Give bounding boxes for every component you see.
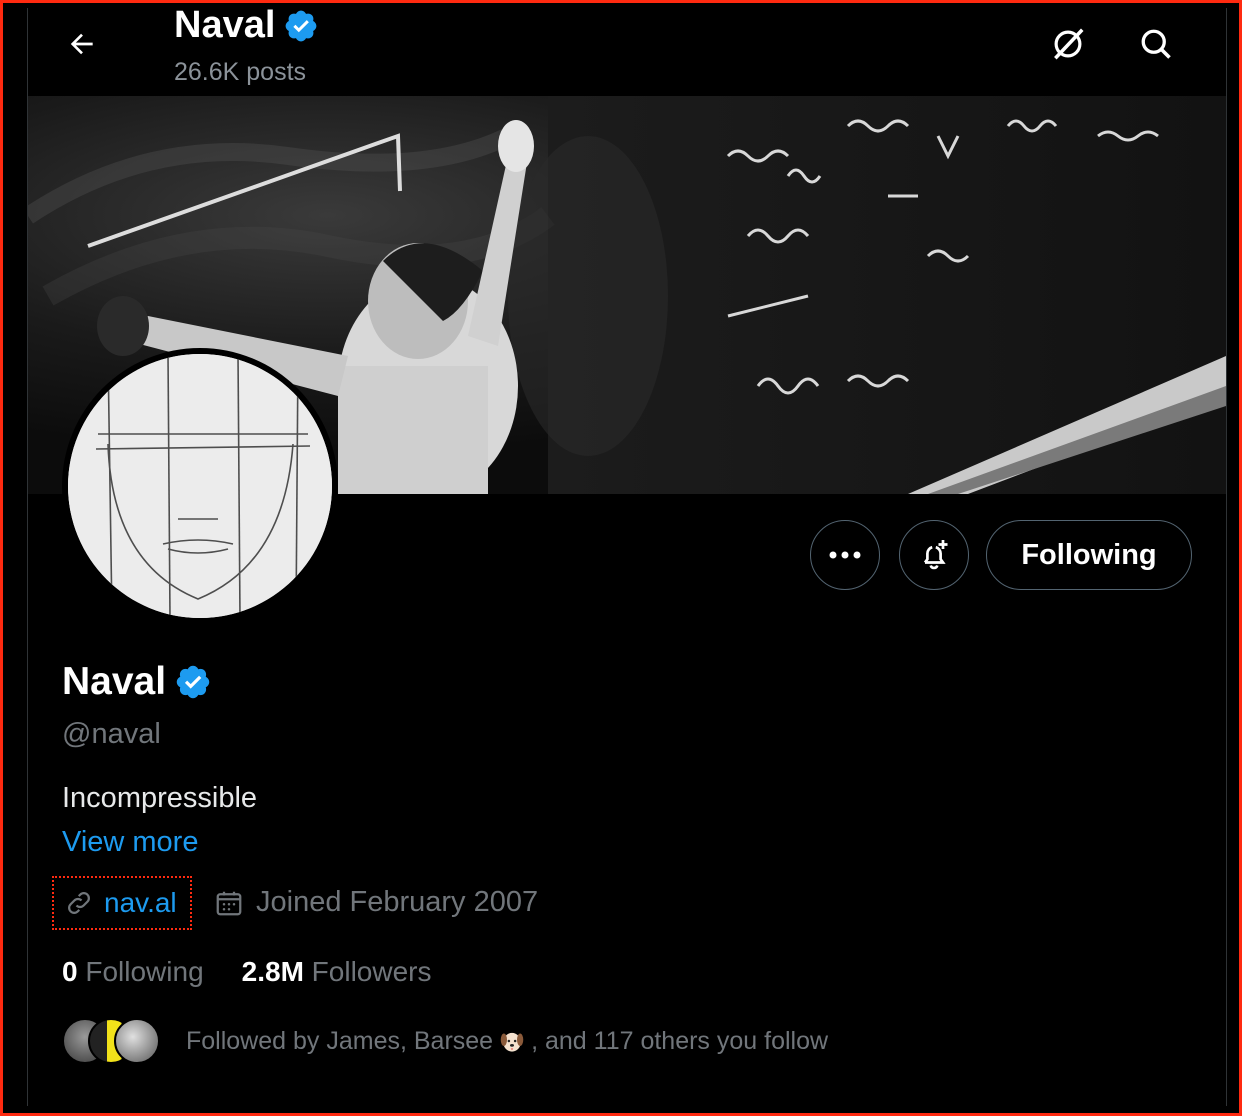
following-button[interactable]: Following	[986, 520, 1192, 590]
verified-badge-icon	[286, 10, 317, 41]
followers-stat[interactable]: 2.8M Followers	[242, 956, 432, 988]
profile-name: Naval	[62, 660, 167, 703]
calendar-icon	[216, 891, 242, 915]
following-label: Following	[85, 956, 204, 987]
view-more-link[interactable]: View more	[62, 826, 198, 859]
search-button[interactable]	[1136, 24, 1176, 64]
profile-page: Naval 26.6K posts Following Naval @naval…	[27, 8, 1227, 1106]
website-text[interactable]: nav.al	[104, 887, 177, 919]
follow-stats: 0 Following 2.8M Followers	[62, 956, 431, 988]
grok-button[interactable]	[1048, 24, 1088, 64]
avatar-sketch-image	[68, 354, 332, 618]
profile-name-row: Naval	[62, 660, 212, 704]
followed-by-text: Followed by James, Barsee , and 117 othe…	[186, 1026, 828, 1056]
link-icon	[68, 892, 90, 914]
bell-plus-icon	[923, 540, 948, 570]
search-icon	[1141, 29, 1171, 59]
back-button[interactable]	[64, 26, 100, 62]
grok-icon	[1054, 28, 1084, 60]
following-stat[interactable]: 0 Following	[62, 956, 204, 988]
profile-avatar[interactable]	[62, 348, 338, 624]
followers-count: 2.8M	[241, 956, 304, 987]
header-post-count: 26.6K posts	[174, 58, 307, 86]
verified-badge-icon[interactable]	[174, 663, 212, 701]
dog-emoji-icon	[500, 1032, 524, 1052]
more-options-button[interactable]	[810, 520, 880, 590]
header-name: Naval	[174, 8, 276, 46]
following-count: 0	[62, 956, 78, 987]
join-date: Joined February 2007	[214, 886, 538, 919]
profile-bio: Incompressible	[62, 782, 258, 814]
header-title: Naval	[174, 8, 319, 47]
followed-by-suffix: , and 117 others you follow	[531, 1026, 829, 1055]
join-date-text: Joined February 2007	[256, 886, 539, 918]
followed-by-prefix: Followed by James, Barsee	[186, 1026, 494, 1055]
notifications-button[interactable]	[899, 520, 969, 590]
website-link[interactable]: nav.al	[52, 876, 192, 930]
arrow-left-icon	[70, 33, 93, 55]
more-dots-icon	[829, 551, 861, 559]
follower-avatar	[114, 1018, 160, 1064]
followers-label: Followers	[311, 956, 432, 987]
followed-by[interactable]: Followed by James, Barsee , and 117 othe…	[62, 1018, 828, 1064]
profile-handle: @naval	[62, 718, 161, 750]
